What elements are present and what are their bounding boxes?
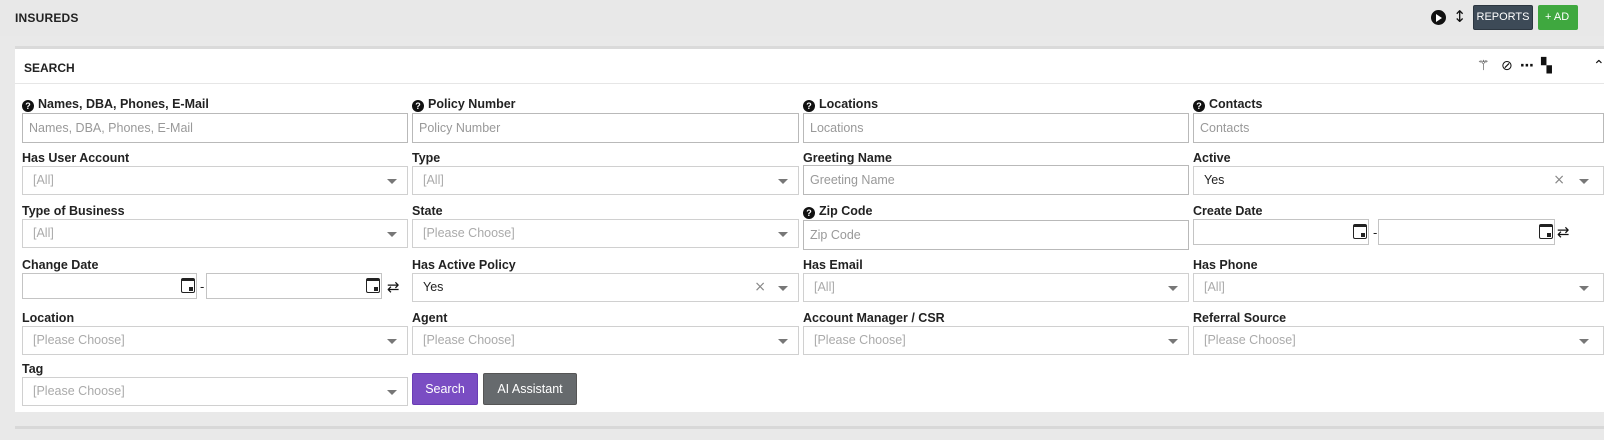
chevron-down-icon — [1168, 339, 1178, 344]
has-active-policy-select[interactable]: Yes × — [412, 273, 799, 302]
swap-icon[interactable]: ⇄ — [1557, 223, 1570, 241]
has-phone-select[interactable]: [All] — [1193, 273, 1604, 302]
zip-code-input[interactable]: Zip Code — [803, 220, 1189, 250]
chevron-down-icon — [387, 179, 397, 184]
clear-icon[interactable]: × — [1553, 167, 1565, 194]
has-email-select[interactable]: [All] — [803, 273, 1189, 302]
search-panel: SEARCH ⚚ ⊘ ⋯ ▚ ⌃ ? Names, DBA, Phones, E-… — [15, 46, 1604, 412]
chevron-down-icon — [387, 339, 397, 344]
location-label: Location — [22, 311, 75, 325]
names-input[interactable]: Names, DBA, Phones, E-Mail — [22, 113, 408, 143]
chevron-down-icon — [1579, 179, 1589, 184]
has-user-account-label: Has User Account — [22, 151, 130, 165]
type-select[interactable]: [All] — [412, 166, 799, 195]
chevron-down-icon — [778, 232, 788, 237]
active-select[interactable]: Yes × — [1193, 166, 1604, 195]
help-icon[interactable]: ? — [803, 207, 815, 219]
change-date-from-input[interactable] — [22, 273, 197, 299]
referral-source-label: Referral Source — [1193, 311, 1287, 325]
tag-select[interactable]: [Please Choose] — [22, 377, 408, 406]
help-icon[interactable]: ? — [412, 100, 424, 112]
agent-label: Agent — [412, 311, 448, 325]
account-manager-select[interactable]: [Please Choose] — [803, 326, 1189, 355]
clear-icon[interactable]: × — [754, 274, 766, 301]
search-panel-title: SEARCH — [24, 61, 75, 75]
state-label: State — [412, 204, 443, 218]
resize-vertical-icon[interactable]: ↕ — [1453, 7, 1466, 27]
tag-label: Tag — [22, 362, 44, 376]
next-panel-edge — [15, 426, 1604, 429]
names-label: ? Names, DBA, Phones, E-Mail — [22, 97, 209, 112]
add-button[interactable]: + AD — [1538, 5, 1578, 30]
calendar-icon[interactable] — [181, 278, 195, 293]
referral-source-select[interactable]: [Please Choose] — [1193, 326, 1604, 355]
active-label: Active — [1193, 151, 1231, 165]
change-date-label: Change Date — [22, 258, 99, 272]
contacts-label: ? Contacts — [1193, 97, 1262, 112]
block-icon[interactable]: ⊘ — [1501, 58, 1513, 74]
contacts-input[interactable]: Contacts — [1193, 113, 1604, 143]
swap-icon[interactable]: ⇄ — [387, 278, 400, 296]
create-date-to-input[interactable] — [1378, 219, 1555, 245]
account-manager-label: Account Manager / CSR — [803, 311, 945, 325]
chevron-down-icon — [1579, 286, 1589, 291]
calendar-icon[interactable] — [1539, 224, 1553, 239]
chevron-down-icon — [778, 339, 788, 344]
location-select[interactable]: [Please Choose] — [22, 326, 408, 355]
chevron-down-icon — [1168, 286, 1178, 291]
type-of-business-select[interactable]: [All] — [22, 219, 408, 248]
page-title: INSUREDS — [15, 11, 79, 25]
has-active-policy-label: Has Active Policy — [412, 258, 516, 272]
change-date-to-input[interactable] — [206, 273, 382, 299]
greeting-name-label: Greeting Name — [803, 151, 892, 165]
magic-wand-icon[interactable]: ⚚ — [1477, 58, 1490, 74]
has-phone-label: Has Phone — [1193, 258, 1258, 272]
more-icon[interactable]: ⋯ — [1520, 58, 1534, 74]
date-range-separator: - — [200, 279, 205, 294]
state-select[interactable]: [Please Choose] — [412, 219, 799, 248]
has-user-account-select[interactable]: [All] — [22, 166, 408, 195]
ai-assistant-button[interactable]: AI Assistant — [483, 373, 577, 405]
create-date-from-input[interactable] — [1193, 219, 1369, 245]
help-icon[interactable]: ? — [803, 100, 815, 112]
locations-label: ? Locations — [803, 97, 878, 112]
play-icon[interactable] — [1431, 10, 1446, 25]
has-email-label: Has Email — [803, 258, 863, 272]
chevron-down-icon — [387, 390, 397, 395]
greeting-name-input[interactable]: Greeting Name — [803, 165, 1189, 195]
calendar-icon[interactable] — [366, 278, 380, 293]
search-button[interactable]: Search — [412, 373, 478, 405]
chevron-down-icon — [778, 179, 788, 184]
locations-input[interactable]: Locations — [803, 113, 1189, 143]
top-bar: INSUREDS ↕ REPORTS + AD — [0, 0, 1604, 36]
help-icon[interactable]: ? — [22, 100, 34, 112]
agent-select[interactable]: [Please Choose] — [412, 326, 799, 355]
reports-button[interactable]: REPORTS — [1473, 5, 1533, 30]
type-of-business-label: Type of Business — [22, 204, 125, 218]
calendar-icon[interactable] — [1353, 224, 1367, 239]
help-icon[interactable]: ? — [1193, 100, 1205, 112]
policy-number-label: ? Policy Number — [412, 97, 516, 112]
chevron-down-icon — [387, 232, 397, 237]
type-label: Type — [412, 151, 441, 165]
create-date-label: Create Date — [1193, 204, 1263, 218]
policy-number-input[interactable]: Policy Number — [412, 113, 799, 143]
zip-code-label: ? Zip Code — [803, 204, 872, 219]
search-panel-header: SEARCH ⚚ ⊘ ⋯ ▚ ⌃ — [15, 49, 1604, 84]
chevron-down-icon — [778, 286, 788, 291]
collapse-icon[interactable]: ⌃ — [1593, 58, 1604, 74]
chevron-down-icon — [1579, 339, 1589, 344]
date-range-separator: - — [1373, 225, 1378, 240]
layout-icon[interactable]: ▚ — [1541, 58, 1552, 74]
